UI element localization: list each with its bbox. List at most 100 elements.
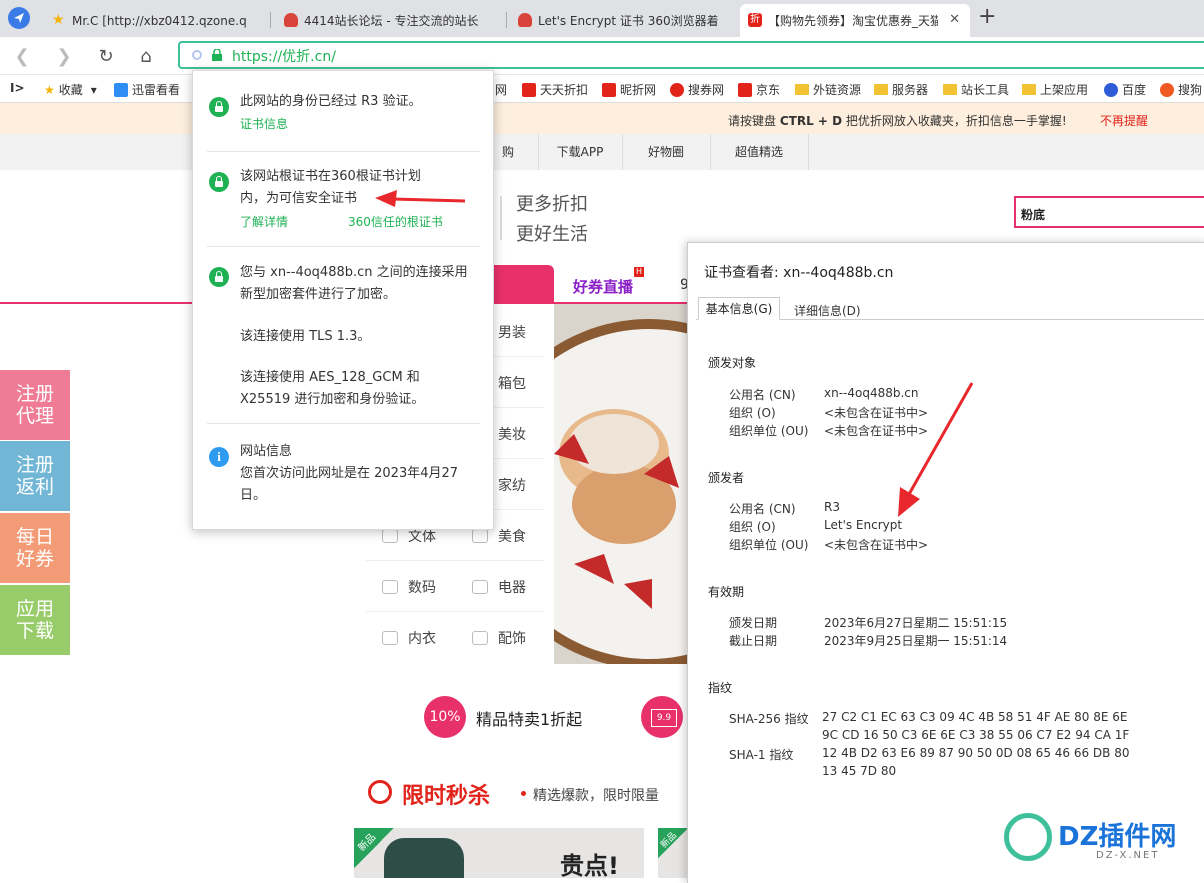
tab-4414[interactable]: 4414站长论坛 - 专注交流的站长 bbox=[276, 4, 502, 37]
flash-sale-title[interactable]: 限时秒杀 bbox=[402, 778, 490, 810]
url-text[interactable]: https://优折.cn/ bbox=[232, 46, 336, 66]
folder-icon bbox=[1022, 84, 1036, 95]
product-card[interactable]: 新品 bbox=[658, 828, 688, 878]
learn-more-link[interactable]: 了解详情 bbox=[240, 213, 288, 230]
nav-haowuquan[interactable]: 好物圈 bbox=[622, 134, 711, 170]
mushroom-icon bbox=[518, 13, 532, 27]
field-value: R3 bbox=[824, 500, 840, 514]
lock-icon bbox=[209, 97, 229, 117]
all-categories-tab[interactable] bbox=[494, 265, 554, 304]
bookmark-folder-apps[interactable]: 上架应用 bbox=[1022, 81, 1088, 98]
category-makeup[interactable]: 美妆 bbox=[498, 424, 526, 444]
tab-qzone[interactable]: ★ Mr.C [http://xbz0412.qzone.q bbox=[44, 4, 270, 37]
bookmark-nizhewang[interactable]: 昵折网 bbox=[602, 81, 656, 98]
certificate-info-link[interactable]: 证书信息 bbox=[240, 115, 288, 132]
search-input[interactable]: 粉底 bbox=[1014, 196, 1204, 228]
tab-basic-info[interactable]: 基本信息(G) bbox=[698, 297, 780, 320]
bookmark-sogou[interactable]: 搜狗 bbox=[1160, 81, 1202, 98]
back-button[interactable]: ❮ bbox=[10, 44, 34, 68]
header-divider bbox=[500, 196, 502, 240]
show-sidebar-button[interactable]: I> bbox=[10, 81, 25, 95]
tab-strip: ★ Mr.C [http://xbz0412.qzone.q 4414站长论坛 … bbox=[0, 0, 1204, 37]
field-label: 公用名 (CN) bbox=[729, 502, 796, 516]
tab-youzhe-active[interactable]: 折 【购物先领券】淘宝优惠券_天猫 ✕ bbox=[740, 4, 970, 37]
promo-text[interactable]: 精品特卖1折起 bbox=[476, 706, 582, 730]
new-tab-button[interactable]: + bbox=[978, 4, 996, 29]
bookmark-soquanwang[interactable]: 搜券网 bbox=[670, 81, 724, 98]
field-label: 组织单位 (OU) bbox=[729, 424, 809, 438]
star-icon: ★ bbox=[44, 82, 55, 97]
security-indicator-icon[interactable] bbox=[192, 50, 202, 60]
forward-button[interactable]: ❯ bbox=[52, 44, 76, 68]
bookmark-folder-tools[interactable]: 站长工具 bbox=[943, 81, 1009, 98]
watermark-url: DZ-X.NET bbox=[1096, 850, 1160, 861]
bookmark-wang[interactable]: 网 bbox=[495, 81, 507, 98]
info-icon: i bbox=[209, 447, 229, 467]
tls-version-text: 该连接使用 TLS 1.3。 bbox=[240, 329, 371, 344]
banner-image[interactable] bbox=[554, 304, 688, 664]
register-agent-button[interactable]: 注册代理 bbox=[0, 370, 70, 440]
heart-icon bbox=[670, 82, 684, 97]
field-value: 2023年9月25日星期一 15:51:14 bbox=[824, 634, 1008, 648]
nav-download-app[interactable]: 下载APP bbox=[538, 134, 623, 170]
app-download-button[interactable]: 应用下载 bbox=[0, 585, 70, 655]
daily-coupon-button[interactable]: 每日好券 bbox=[0, 513, 70, 583]
camera-icon bbox=[382, 580, 398, 594]
dismiss-notice-link[interactable]: 不再提醒 bbox=[1100, 112, 1148, 129]
field-label: 组织 (O) bbox=[729, 406, 776, 420]
browser-logo-icon[interactable] bbox=[8, 7, 30, 29]
category-bags[interactable]: 箱包 bbox=[498, 373, 526, 393]
bookmark-jd[interactable]: 京东 bbox=[738, 81, 780, 98]
field-label: SHA-1 指纹 bbox=[729, 748, 794, 762]
category-underwear[interactable]: 内衣 bbox=[382, 628, 436, 648]
bookmark-folder-links[interactable]: 外链资源 bbox=[795, 81, 861, 98]
sogou-logo-icon bbox=[1160, 82, 1174, 97]
bookmark-baidu[interactable]: 百度 bbox=[1104, 81, 1146, 98]
refresh-button[interactable]: ↻ bbox=[94, 44, 118, 68]
favorites-button[interactable]: ★ 收藏 ▾ bbox=[44, 81, 97, 98]
watermark-brand: DZ插件网 bbox=[1058, 822, 1177, 852]
field-label: SHA-256 指纹 bbox=[729, 712, 809, 726]
bookmark-folder-servers[interactable]: 服务器 bbox=[874, 81, 928, 98]
tab-haoquan-live[interactable]: 好券直播 bbox=[573, 276, 633, 297]
lock-icon[interactable] bbox=[212, 48, 222, 61]
bookmark-xunlei[interactable]: 迅雷看看 bbox=[114, 81, 180, 98]
pen-icon bbox=[382, 529, 398, 543]
tab-letsencrypt[interactable]: Let's Encrypt 证书 360浏览器着 bbox=[510, 4, 736, 37]
address-bar[interactable]: https://优折.cn/ bbox=[178, 41, 1204, 69]
red-arrow-annotation bbox=[373, 187, 468, 215]
nav-chaozhi[interactable]: 超值精选 bbox=[710, 134, 809, 170]
trusted-root-certs-link[interactable]: 360信任的根证书 bbox=[348, 213, 443, 230]
play-icon bbox=[114, 82, 128, 97]
product-image bbox=[384, 838, 464, 878]
bookmark-tiantianzhekou[interactable]: 天天折扣 bbox=[522, 81, 588, 98]
cup-icon bbox=[472, 529, 488, 543]
category-appliances[interactable]: 电器 bbox=[472, 577, 526, 597]
certificate-viewer-dialog: 证书查看者: xn--4oq488b.cn 基本信息(G) 详细信息(D) 颁发… bbox=[687, 242, 1204, 883]
bookmarks-bar: I> ★ 收藏 ▾ 迅雷看看 网 天天折扣 昵折网 搜券网 京东 外链资源 服务器… bbox=[0, 75, 1204, 103]
field-value: 9C CD 16 50 C3 6E 6E C3 38 55 06 C7 E2 9… bbox=[822, 728, 1130, 742]
category-menswear[interactable]: 男装 bbox=[498, 322, 526, 342]
washer-icon bbox=[472, 580, 488, 594]
tab-detail-info[interactable]: 详细信息(D) bbox=[794, 302, 861, 319]
cipher-text-1: 该连接使用 AES_128_GCM 和 bbox=[240, 370, 420, 385]
category-accessories[interactable]: 配饰 bbox=[472, 628, 526, 648]
flash-sale-subtitle: 精选爆款，限时限量 bbox=[533, 788, 659, 804]
category-digital[interactable]: 数码 bbox=[382, 577, 436, 597]
star-icon: ★ bbox=[52, 12, 65, 28]
favorite-notice-bar: 请按键盘 CTRL + D 把优折网放入收藏夹，折扣信息一手掌握! 不再提醒 bbox=[0, 103, 1204, 134]
fingerprint-heading: 指纹 bbox=[708, 681, 733, 695]
field-value: <未包含在证书中> bbox=[824, 538, 929, 552]
close-tab-icon[interactable]: ✕ bbox=[949, 12, 960, 27]
home-button[interactable]: ⌂ bbox=[134, 44, 158, 68]
category-textiles[interactable]: 家纺 bbox=[498, 475, 526, 495]
hot-badge: H bbox=[634, 267, 644, 277]
identity-verified-text: 此网站的身份已经过 R3 验证。 bbox=[240, 94, 422, 109]
product-card[interactable]: 新品 贵点! bbox=[354, 828, 644, 878]
jd-logo-icon bbox=[738, 82, 752, 97]
register-rebate-button[interactable]: 注册返利 bbox=[0, 441, 70, 511]
zhe-logo-icon: 折 bbox=[748, 13, 762, 27]
folder-icon bbox=[874, 84, 888, 95]
field-value: 13 45 7D 80 bbox=[822, 764, 897, 778]
site-info-title: 网站信息 bbox=[240, 444, 293, 459]
